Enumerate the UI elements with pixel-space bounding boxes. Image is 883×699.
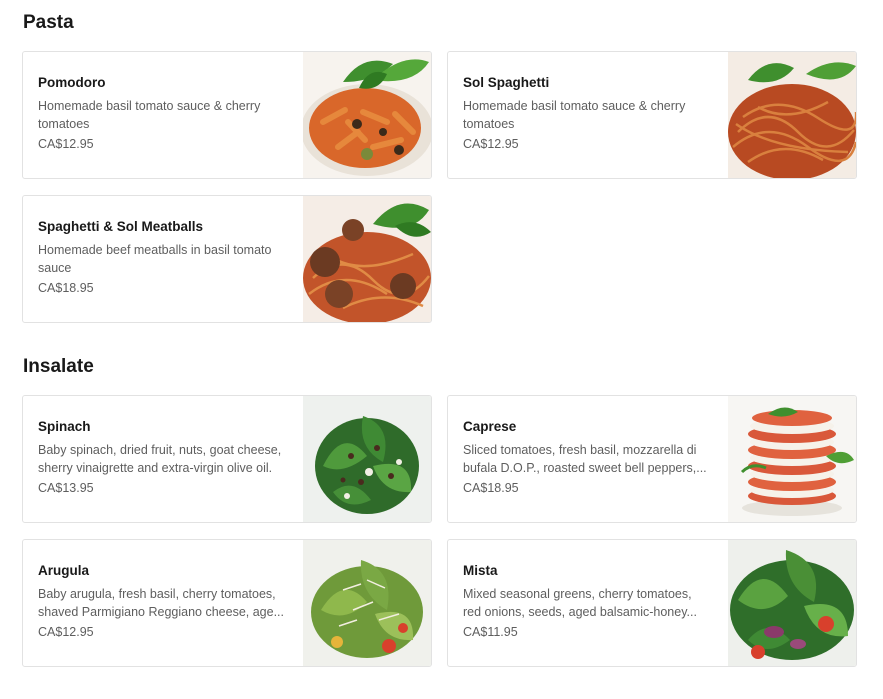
item-price: CA$13.95 bbox=[38, 481, 94, 495]
arugula-salad-photo bbox=[303, 540, 431, 666]
item-price: CA$12.95 bbox=[463, 137, 519, 151]
menu-item-card[interactable]: Spinach Baby spinach, dried fruit, nuts,… bbox=[22, 395, 432, 523]
item-description: Homemade beef meatballs in basil tomato … bbox=[38, 243, 272, 275]
mixed-greens-photo bbox=[728, 540, 856, 666]
item-description: Baby arugula, fresh basil, cherry tomato… bbox=[38, 587, 284, 619]
item-name: Sol Spaghetti bbox=[463, 75, 550, 90]
item-name: Pomodoro bbox=[38, 75, 106, 90]
item-name: Spaghetti & Sol Meatballs bbox=[38, 219, 204, 234]
menu-item-card[interactable]: Arugula Baby arugula, fresh basil, cherr… bbox=[22, 539, 432, 667]
menu-item-card[interactable]: Mista Mixed seasonal greens, cherry toma… bbox=[447, 539, 857, 667]
item-name: Spinach bbox=[38, 419, 91, 434]
spaghetti-meatballs-photo bbox=[303, 196, 431, 322]
caprese-stack-photo bbox=[728, 396, 856, 522]
item-name: Arugula bbox=[38, 563, 90, 578]
item-description: Sliced tomatoes, fresh basil, mozzarella… bbox=[463, 443, 707, 475]
item-description: Mixed seasonal greens, cherry tomatoes, … bbox=[463, 587, 697, 619]
item-price: CA$12.95 bbox=[38, 137, 94, 151]
menu-item-card[interactable]: Pomodoro Homemade basil tomato sauce & c… bbox=[22, 51, 432, 179]
menu-item-card[interactable]: Spaghetti & Sol Meatballs Homemade beef … bbox=[22, 195, 432, 323]
spaghetti-tomato-photo bbox=[728, 52, 856, 178]
item-price: CA$11.95 bbox=[463, 625, 518, 639]
menu-item-card[interactable]: Sol Spaghetti Homemade basil tomato sauc… bbox=[447, 51, 857, 179]
spinach-salad-photo bbox=[303, 396, 431, 522]
item-price: CA$12.95 bbox=[38, 625, 94, 639]
item-name: Mista bbox=[463, 563, 498, 578]
section-title-pasta: Pasta bbox=[23, 12, 74, 33]
item-description: Baby spinach, dried fruit, nuts, goat ch… bbox=[38, 443, 282, 475]
item-description: Homemade basil tomato sauce & cherry tom… bbox=[38, 99, 261, 131]
item-price: CA$18.95 bbox=[463, 481, 519, 495]
item-price: CA$18.95 bbox=[38, 281, 94, 295]
section-title-insalate: Insalate bbox=[23, 356, 94, 377]
menu-item-card[interactable]: Caprese Sliced tomatoes, fresh basil, mo… bbox=[447, 395, 857, 523]
item-name: Caprese bbox=[463, 419, 517, 434]
penne-pomodoro-photo bbox=[303, 52, 431, 178]
item-description: Homemade basil tomato sauce & cherry tom… bbox=[463, 99, 686, 131]
